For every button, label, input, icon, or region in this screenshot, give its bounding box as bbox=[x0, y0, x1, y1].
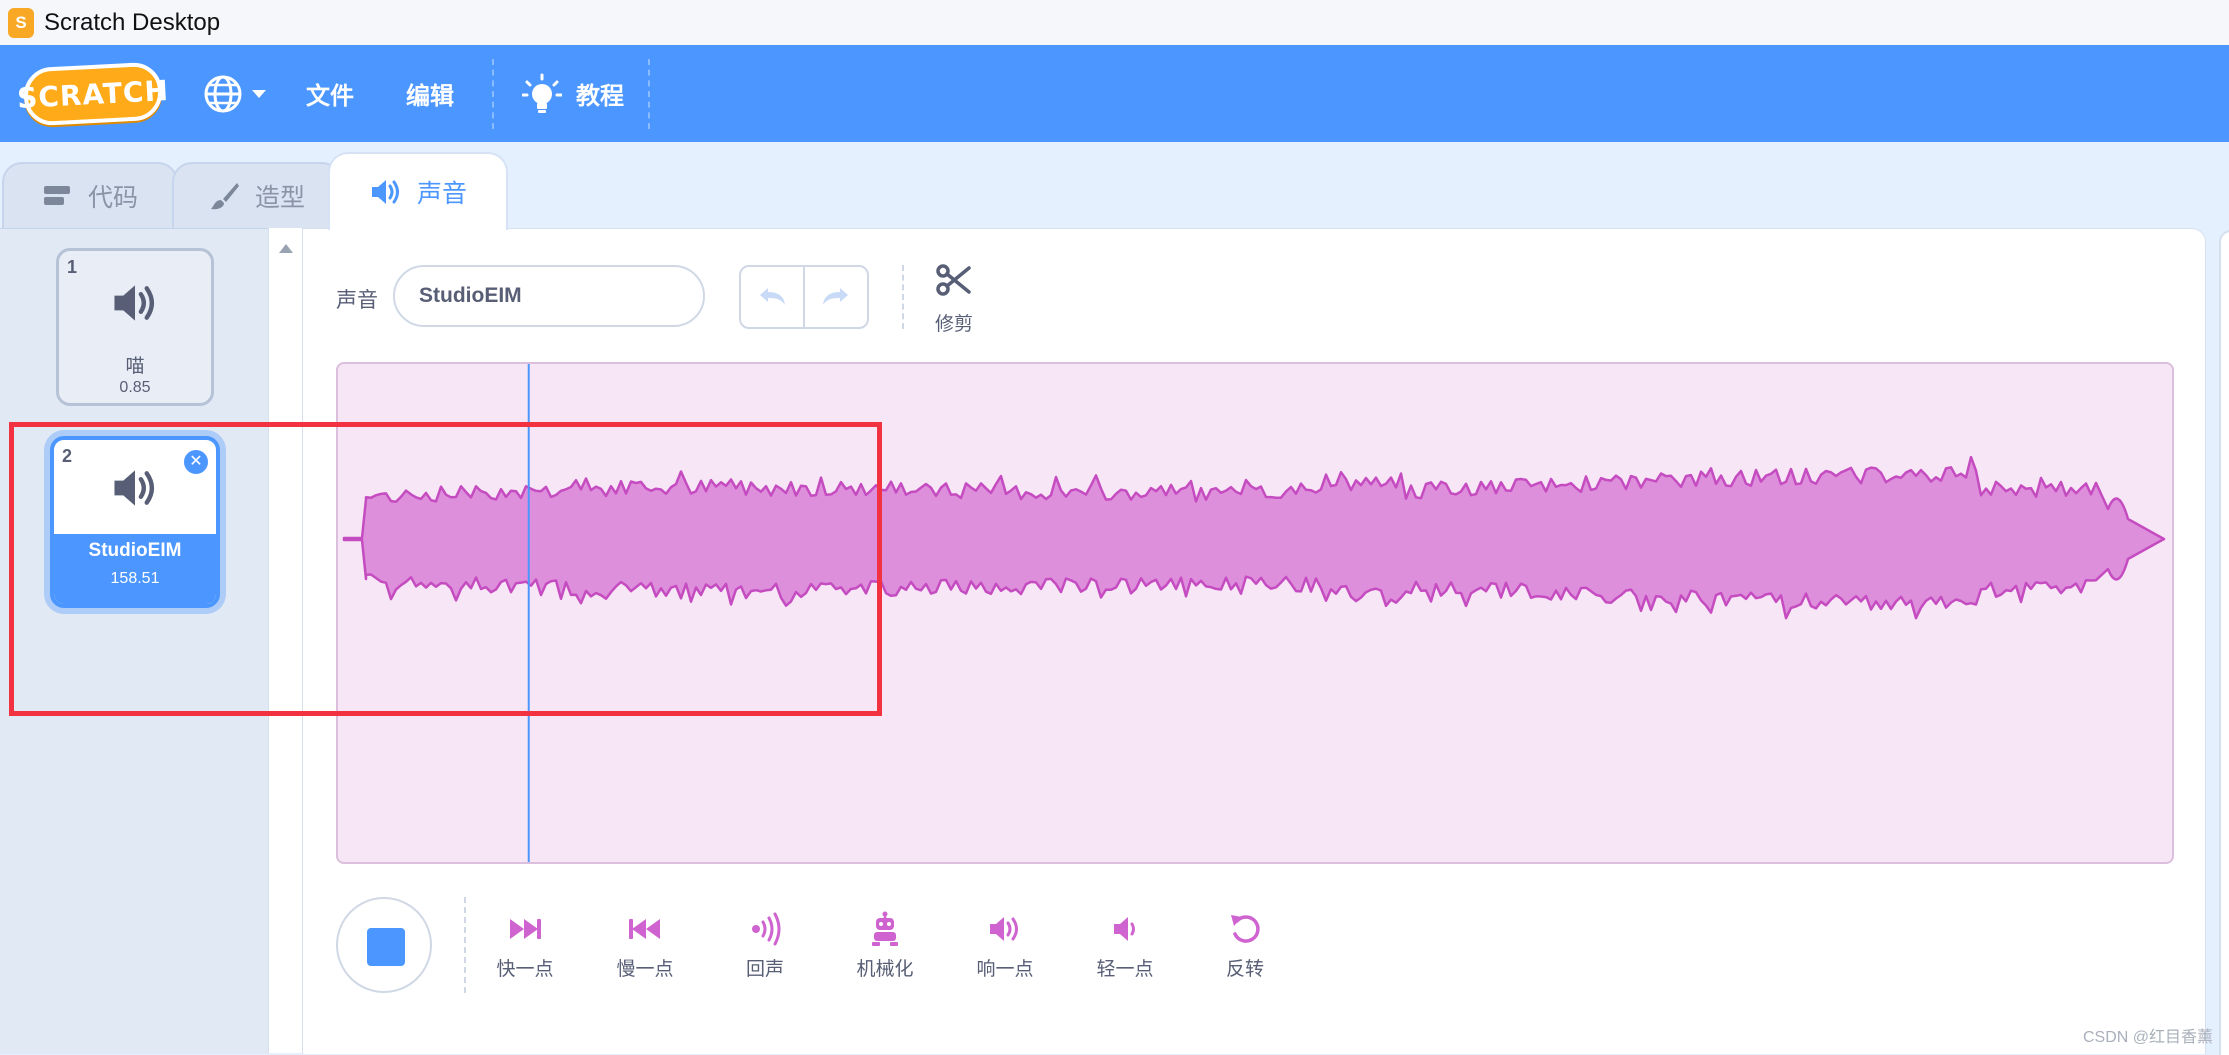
code-blocks-icon bbox=[43, 186, 70, 205]
echo-icon bbox=[752, 912, 781, 946]
tab-code-label: 代码 bbox=[87, 184, 138, 212]
tab-sounds[interactable]: 声音 bbox=[328, 152, 508, 230]
undo-button[interactable] bbox=[739, 265, 805, 329]
tab-code[interactable]: 代码 bbox=[2, 162, 178, 228]
tutorials-button[interactable]: 教程 bbox=[522, 73, 624, 115]
tab-costumes[interactable]: 造型 bbox=[172, 162, 342, 228]
scroll-up-arrow-icon[interactable] bbox=[279, 244, 293, 253]
scratch-logo[interactable]: SCRATCH bbox=[16, 60, 170, 127]
effect-softer-label: 轻一点 bbox=[1096, 959, 1154, 980]
sound-tile[interactable]: 1 喵 0.85 bbox=[56, 248, 214, 406]
stop-button[interactable] bbox=[336, 897, 432, 993]
redo-button[interactable] bbox=[803, 265, 869, 329]
louder-icon bbox=[990, 917, 1018, 941]
undo-icon bbox=[760, 288, 785, 305]
menu-divider bbox=[648, 58, 650, 129]
trim-button[interactable]: 修剪 bbox=[932, 262, 976, 336]
window-title: Scratch Desktop bbox=[44, 8, 221, 36]
language-button[interactable] bbox=[202, 73, 270, 115]
effect-robot-label: 机械化 bbox=[856, 959, 914, 980]
window-title-bar: S Scratch Desktop bbox=[0, 0, 2229, 45]
speaker-icon bbox=[371, 180, 399, 204]
tab-sounds-label: 声音 bbox=[416, 180, 467, 208]
menu-file[interactable]: 文件 bbox=[306, 76, 354, 111]
sound-name-input[interactable] bbox=[393, 265, 705, 327]
menu-bar: SCRATCH 文件 编辑 教程 bbox=[0, 45, 2229, 142]
caret-down-icon bbox=[252, 89, 266, 98]
sound-tile-name: StudioEIM bbox=[88, 540, 182, 561]
sound-tile-name: 喵 bbox=[125, 356, 145, 377]
sound-tile-number: 2 bbox=[62, 446, 73, 466]
effect-louder-label: 响一点 bbox=[976, 959, 1034, 980]
delete-sound-button[interactable]: ✕ bbox=[182, 448, 210, 476]
trim-label: 修剪 bbox=[934, 314, 973, 335]
effects-divider bbox=[464, 897, 466, 993]
softer-icon bbox=[1114, 917, 1135, 941]
sound-tile-duration: 0.85 bbox=[119, 379, 151, 396]
speaker-icon bbox=[114, 470, 155, 506]
app-icon: S bbox=[8, 7, 34, 38]
watermark: CSDN @红目香薰 bbox=[2082, 1029, 2213, 1046]
effect-softer-button[interactable]: 轻一点 bbox=[1075, 910, 1175, 981]
effect-slower-label: 慢一点 bbox=[616, 959, 674, 980]
sound-name-label: 声音 bbox=[336, 289, 378, 312]
robot-icon bbox=[872, 911, 898, 946]
sound-tile-number: 1 bbox=[67, 257, 78, 277]
globe-icon bbox=[204, 75, 242, 112]
effect-echo-label: 回声 bbox=[745, 959, 784, 980]
sound-list-scrollbar[interactable] bbox=[268, 228, 303, 1053]
sound-tile-duration: 158.51 bbox=[110, 570, 160, 587]
effect-slower-button[interactable]: 慢一点 bbox=[595, 910, 695, 981]
sound-tile-selected[interactable]: 2 ✕ StudioEIM 158.51 bbox=[50, 436, 220, 608]
menu-edit[interactable]: 编辑 bbox=[406, 76, 454, 111]
waveform-area[interactable] bbox=[336, 362, 2174, 864]
reverse-icon bbox=[1231, 915, 1260, 943]
scissors-icon bbox=[936, 264, 971, 296]
effect-louder-button[interactable]: 响一点 bbox=[955, 910, 1055, 981]
faster-icon bbox=[510, 919, 541, 939]
redo-icon bbox=[823, 288, 848, 305]
toolbar-divider bbox=[902, 265, 904, 329]
tutorials-label: 教程 bbox=[576, 83, 624, 110]
effect-reverse-button[interactable]: 反转 bbox=[1195, 910, 1295, 981]
slower-icon bbox=[629, 919, 660, 939]
tab-costumes-label: 造型 bbox=[254, 184, 305, 212]
effect-faster-label: 快一点 bbox=[496, 959, 554, 980]
waveform-graph bbox=[342, 364, 2166, 862]
effect-faster-button[interactable]: 快一点 bbox=[475, 910, 575, 981]
effect-reverse-label: 反转 bbox=[1225, 959, 1264, 980]
lightbulb-icon bbox=[522, 73, 562, 113]
stop-icon bbox=[367, 928, 405, 966]
stage-panel-edge bbox=[2219, 230, 2229, 1055]
menu-divider bbox=[492, 58, 494, 129]
effect-robot-button[interactable]: 机械化 bbox=[835, 910, 935, 981]
waveform-shape bbox=[342, 455, 2166, 620]
effect-echo-button[interactable]: 回声 bbox=[715, 910, 815, 981]
speaker-icon bbox=[114, 285, 155, 321]
paintbrush-icon bbox=[210, 183, 239, 210]
